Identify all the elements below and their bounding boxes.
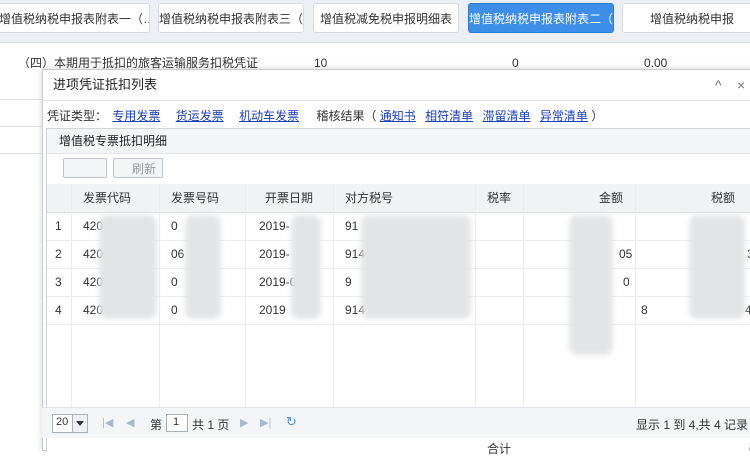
- page-number-input[interactable]: 1: [166, 414, 188, 432]
- dialog-title-bar: 进项凭证抵扣列表 ^ ×: [43, 70, 750, 101]
- check-result-close: ）: [591, 109, 604, 123]
- cell-taxid: 91: [345, 219, 359, 233]
- redaction-blur: [569, 215, 613, 355]
- check-result-label: 稽核结果（: [316, 109, 377, 123]
- tab-annex-2[interactable]: 增值税纳税申报表附表二（…: [468, 3, 614, 33]
- redaction-blur: [185, 215, 221, 319]
- cell-number: 06: [171, 247, 185, 261]
- redaction-blur: [689, 215, 745, 319]
- page-size-value: 20: [56, 416, 69, 428]
- disabled-toolbar-button[interactable]: [63, 158, 107, 178]
- redaction-blur: [99, 215, 157, 319]
- total-label: 合计: [487, 442, 512, 456]
- column-header-date[interactable]: 开票日期: [265, 184, 313, 212]
- redaction-blur: [291, 215, 321, 319]
- cell-amount: 05: [619, 247, 633, 261]
- invoice-detail-panel: 增值税专票抵扣明细 刷新 发票代码 发票号码 开票日期 对方税号 税率 金额 税…: [46, 128, 750, 462]
- column-header-rate[interactable]: 税率: [487, 184, 511, 212]
- cell-date: 2019: [259, 303, 286, 317]
- filter-bar: 凭证类型： 专用发票 货运发票 机动车发票 稽核结果（ 通知书 相符清单 滞留清…: [47, 107, 603, 125]
- column-header-code[interactable]: 发票代码: [83, 184, 131, 212]
- cell-amount: 8: [641, 303, 648, 317]
- cell-number: 0: [171, 303, 178, 317]
- panel-title: 增值税专票抵扣明细: [47, 129, 750, 154]
- row-number: 2: [55, 247, 62, 261]
- cell-taxid: 9: [345, 275, 352, 289]
- refresh-button[interactable]: 刷新: [113, 158, 163, 178]
- row-number: 4: [55, 303, 62, 317]
- background-divider: [0, 153, 44, 154]
- record-summary: 显示 1 到 4,共 4 记录: [636, 418, 749, 432]
- row-number: 1: [55, 219, 62, 233]
- column-header-taxid[interactable]: 对方税号: [345, 184, 393, 212]
- cell-tax: 42: [745, 303, 750, 317]
- cell-date: 2019-: [259, 219, 290, 233]
- panel-toolbar: 刷新: [47, 154, 750, 185]
- link-vehicle-invoice[interactable]: 机动车发票: [239, 109, 299, 123]
- link-notice[interactable]: 通知书: [380, 109, 416, 123]
- tab-vat-return[interactable]: 增值税纳税申报: [622, 3, 750, 33]
- refresh-button-label: 刷新: [132, 162, 157, 176]
- cell-number: 0: [171, 275, 178, 289]
- redaction-blur: [361, 215, 471, 319]
- column-header-number[interactable]: 发票号码: [171, 184, 219, 212]
- background-divider: [0, 99, 44, 100]
- tab-annex-3[interactable]: 增值税纳税申报表附表三（…: [158, 3, 304, 33]
- link-special-invoice[interactable]: 专用发票: [112, 109, 160, 123]
- voucher-type-label: 凭证类型：: [47, 109, 108, 123]
- pagination-bar: 20 |◀ ◀ 第 1 共 1 页 ▶ ▶| ↻ 显示 1 到 4,共 4 记录: [42, 407, 750, 438]
- dropdown-arrow-icon[interactable]: [72, 415, 87, 432]
- background-divider: [0, 126, 44, 127]
- tab-exemption-detail[interactable]: 增值税减免税申报明细表: [313, 3, 459, 33]
- dialog-title: 进项凭证抵扣列表: [53, 77, 158, 92]
- column-header-tax[interactable]: 税额: [711, 184, 735, 212]
- prev-page-icon[interactable]: ◀: [126, 416, 134, 429]
- row-number: 3: [55, 275, 62, 289]
- collapse-icon[interactable]: ^: [715, 70, 722, 100]
- close-icon[interactable]: ×: [737, 70, 745, 100]
- cell-amount: 0: [623, 275, 630, 289]
- page-prefix: 第: [150, 418, 163, 432]
- tab-strip: 增值税纳税申报表附表一（… 增值税纳税申报表附表三（… 增值税减免税申报明细表 …: [0, 0, 750, 43]
- refresh-icon[interactable]: ↻: [286, 414, 297, 430]
- cell-date: 2019-: [259, 247, 290, 261]
- link-freight-invoice[interactable]: 货运发票: [176, 109, 224, 123]
- voucher-deduction-dialog: 进项凭证抵扣列表 ^ × 凭证类型： 专用发票 货运发票 机动车发票 稽核结果（…: [42, 69, 750, 462]
- total-row: 合计 6: [47, 436, 750, 462]
- page-size-select[interactable]: 20: [52, 414, 88, 433]
- next-page-icon[interactable]: ▶: [240, 416, 248, 429]
- table-header: 发票代码 发票号码 开票日期 对方税号 税率 金额 税额: [47, 184, 750, 213]
- page-suffix: 共 1 页: [192, 418, 230, 432]
- link-match-list[interactable]: 相符清单: [425, 109, 473, 123]
- column-header-amount[interactable]: 金额: [599, 184, 623, 212]
- link-exception-list[interactable]: 异常清单: [540, 109, 588, 123]
- page-number-value: 1: [173, 416, 180, 428]
- cell-number: 0: [171, 219, 178, 233]
- tab-annex-1[interactable]: 增值税纳税申报表附表一（…: [0, 3, 150, 33]
- first-page-icon[interactable]: |◀: [102, 416, 113, 429]
- last-page-icon[interactable]: ▶|: [260, 416, 271, 429]
- link-retention-list[interactable]: 滞留清单: [483, 109, 531, 123]
